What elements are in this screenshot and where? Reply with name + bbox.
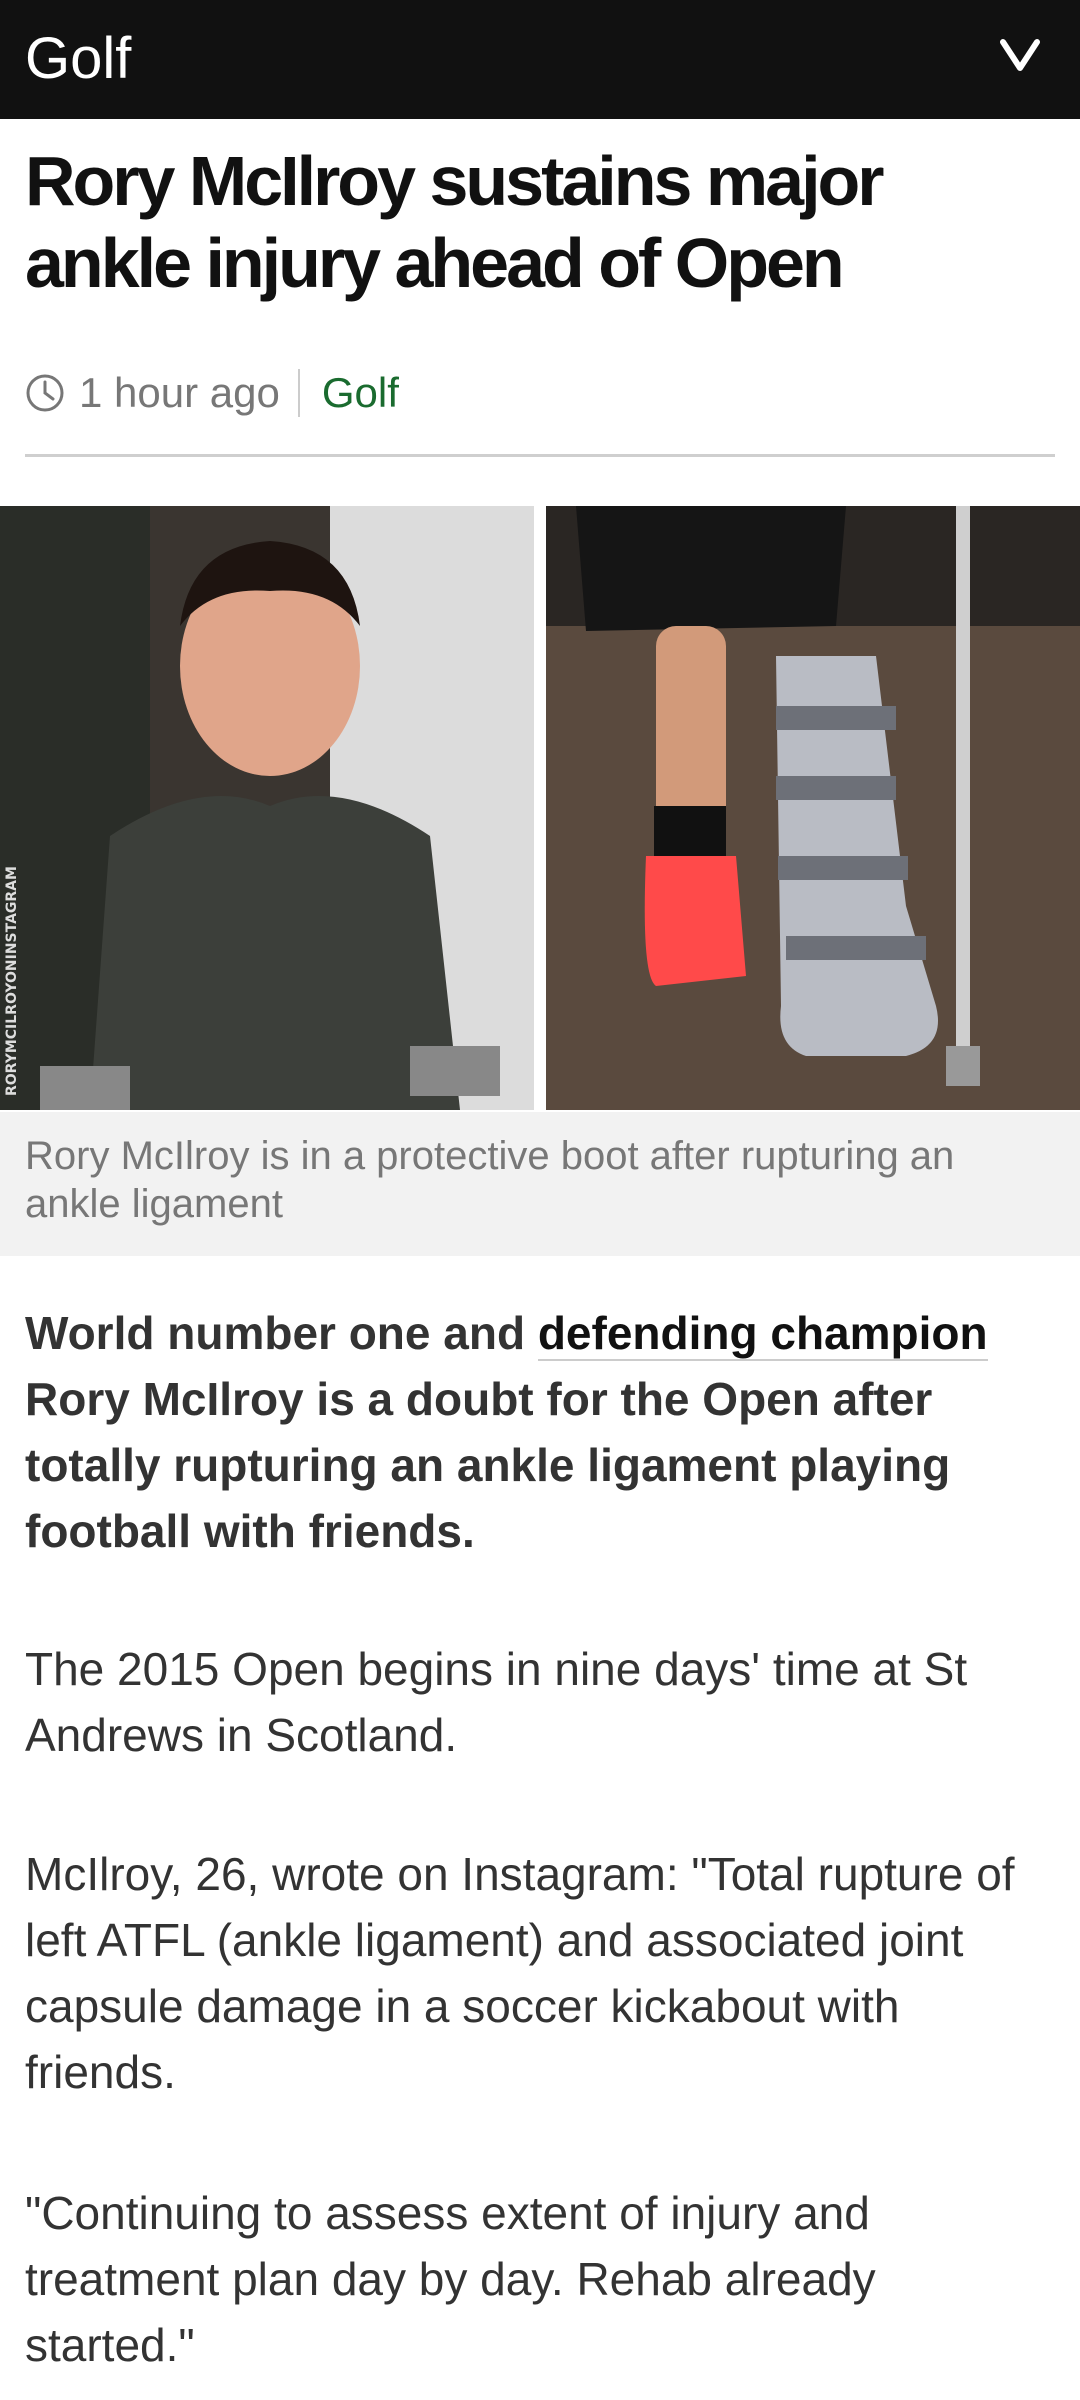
lead-text-start: World number one and: [25, 1307, 538, 1359]
chevron-down-icon[interactable]: [995, 30, 1045, 80]
article-body: World number one and defending champion …: [25, 1300, 1055, 2371]
body-paragraph: McIlroy, 26, wrote on Instagram: "Total …: [25, 1848, 1015, 2098]
header-divider: [25, 454, 1055, 457]
meta-divider: [297, 369, 300, 417]
caption-text: Rory McIlroy is in a protective boot aft…: [25, 1134, 955, 1226]
lead-text-end: Rory McIlroy is a doubt for the Open aft…: [25, 1373, 951, 1557]
defending-champion-link[interactable]: defending champion: [537, 1307, 988, 1361]
image-credit: RORYMCILROYONINSTAGRAM: [4, 866, 20, 1096]
article-meta: 1 hour ago Golf: [25, 366, 399, 420]
category-link[interactable]: Golf: [322, 369, 399, 417]
lead-paragraph: World number one and defending champion …: [25, 1300, 1055, 1564]
photo-mcilroy-portrait: RORYMCILROYONINSTAGRAM: [0, 506, 534, 1110]
top-bar: Golf: [0, 0, 1080, 119]
body-paragraph: "Continuing to assess extent of injury a…: [25, 2187, 876, 2371]
article-headline: Rory McIlroy sustains major ankle injury…: [25, 142, 885, 302]
section-title: Golf: [25, 26, 132, 91]
article-image[interactable]: RORYMCILROYONINSTAGRAM: [0, 506, 1080, 1110]
body-paragraph: The 2015 Open begins in nine days' time …: [25, 1643, 968, 1761]
photo-ankle-boot: [546, 506, 1080, 1110]
image-caption: Rory McIlroy is in a protective boot aft…: [0, 1112, 1080, 1256]
publish-time: 1 hour ago: [79, 369, 280, 416]
clock-icon: [26, 374, 64, 412]
